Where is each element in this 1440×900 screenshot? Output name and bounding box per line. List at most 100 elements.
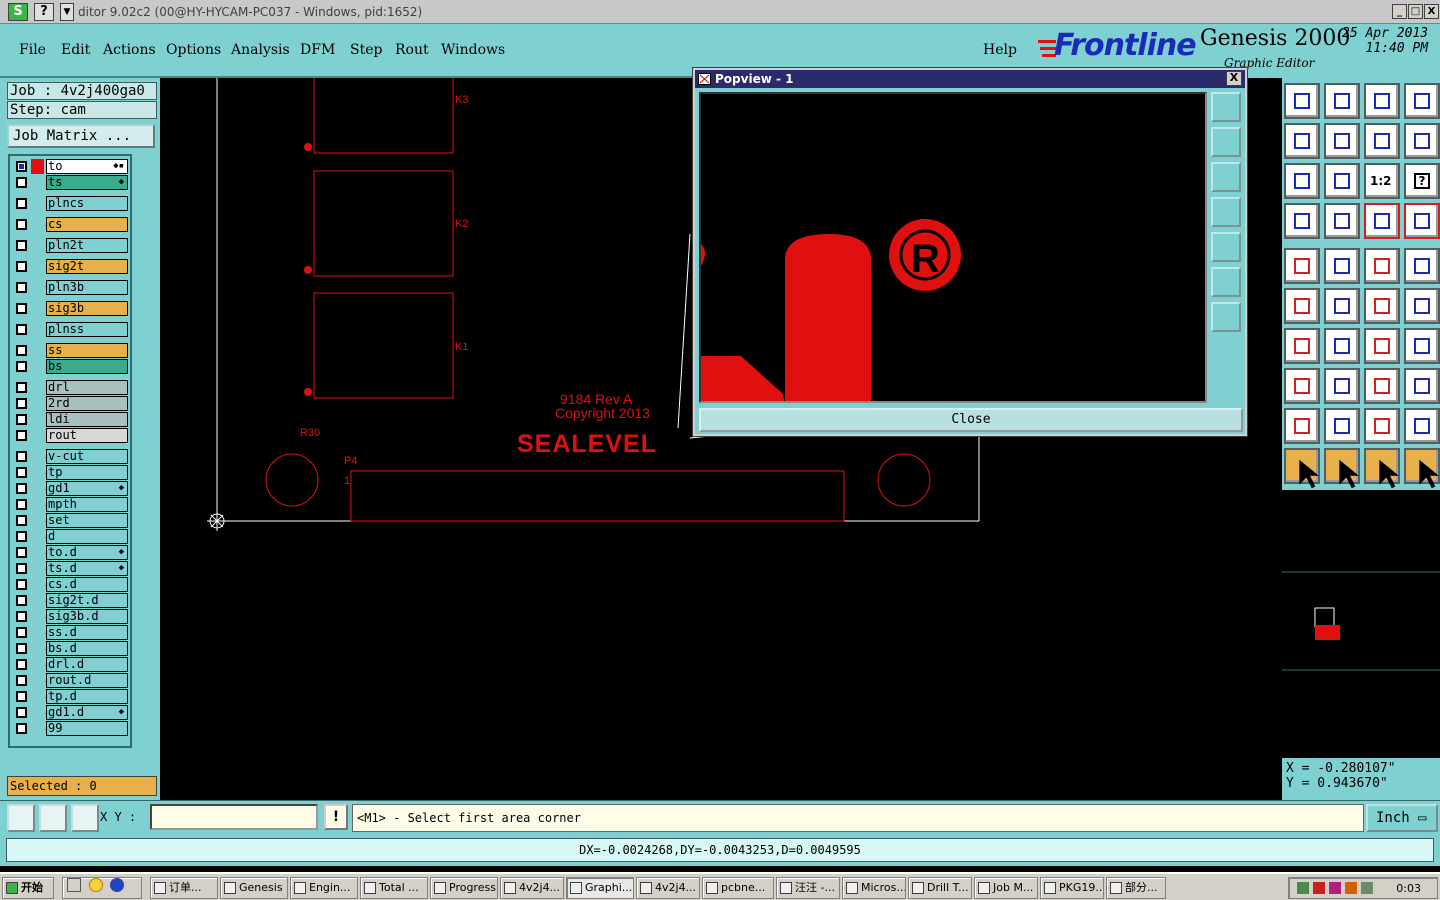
layer-row-rout.d[interactable]: rout.d bbox=[12, 673, 128, 688]
page-down-icon[interactable] bbox=[1324, 83, 1360, 119]
layer-row-to[interactable]: to ◆▪ bbox=[12, 159, 128, 174]
taskbar-item[interactable]: Drill T... bbox=[908, 877, 972, 899]
layer-row-plnss[interactable]: plnss bbox=[12, 322, 128, 337]
add-pad-icon[interactable] bbox=[1284, 368, 1320, 404]
layer-checkbox[interactable] bbox=[16, 219, 27, 230]
layer-row-sig3b[interactable]: sig3b bbox=[12, 301, 128, 316]
menu-file[interactable]: File bbox=[19, 42, 46, 58]
app-icon[interactable]: S bbox=[8, 3, 28, 21]
browser-icon[interactable] bbox=[110, 878, 124, 892]
line-to-pad-icon[interactable] bbox=[1364, 288, 1400, 324]
layer-row-drl.d[interactable]: drl.d bbox=[12, 657, 128, 672]
redraw-icon[interactable] bbox=[1404, 123, 1440, 159]
maximize-button[interactable]: □ bbox=[1408, 4, 1423, 19]
taskbar-item[interactable]: 部分... bbox=[1106, 877, 1166, 899]
layer-checkbox[interactable] bbox=[16, 707, 27, 718]
chevron-down-icon[interactable]: ▼ bbox=[60, 3, 74, 21]
layer-checkbox[interactable] bbox=[16, 579, 27, 590]
layer-row-tp.d[interactable]: tp.d bbox=[12, 689, 128, 704]
tray-app-icon[interactable] bbox=[1329, 882, 1341, 894]
pan-left-icon[interactable] bbox=[1284, 123, 1320, 159]
taskbar-item[interactable]: Micros... bbox=[842, 877, 906, 899]
triangle-blue-icon[interactable] bbox=[1404, 408, 1440, 444]
menu-rout[interactable]: Rout bbox=[395, 42, 429, 58]
layer-checkbox[interactable] bbox=[16, 240, 27, 251]
popview-close-icon[interactable]: X bbox=[1226, 71, 1242, 86]
layer-checkbox[interactable] bbox=[16, 324, 27, 335]
close-button[interactable]: X bbox=[1424, 4, 1439, 19]
layer-checkbox[interactable] bbox=[16, 414, 27, 425]
layer-checkbox[interactable] bbox=[16, 467, 27, 478]
layer-checkbox[interactable] bbox=[16, 282, 27, 293]
layer-row-gd1.d[interactable]: gd1.d ◆ bbox=[12, 705, 128, 720]
layer-checkbox[interactable] bbox=[16, 515, 27, 526]
tray-app-icon[interactable] bbox=[1361, 882, 1373, 894]
layer-checkbox[interactable] bbox=[16, 499, 27, 510]
popview-zoom-window-icon[interactable] bbox=[1211, 92, 1241, 122]
pad-icon[interactable] bbox=[1284, 248, 1320, 284]
arc-icon[interactable] bbox=[1364, 328, 1400, 364]
taskbar-item[interactable]: Genesis bbox=[220, 877, 288, 899]
layer-checkbox[interactable] bbox=[16, 451, 27, 462]
overview-map[interactable] bbox=[1282, 490, 1440, 758]
minimize-button[interactable]: _ bbox=[1392, 4, 1407, 19]
popview-pan-right-icon[interactable] bbox=[1211, 232, 1241, 262]
layer-row-sig3b.d[interactable]: sig3b.d bbox=[12, 609, 128, 624]
menu-actions[interactable]: Actions bbox=[103, 42, 156, 58]
layer-checkbox[interactable] bbox=[16, 398, 27, 409]
taskbar-item[interactable]: Graphi... bbox=[566, 877, 634, 899]
layer-row-ss[interactable]: ss bbox=[12, 343, 128, 358]
taskbar-item[interactable]: Total ... bbox=[360, 877, 428, 899]
taskbar-item[interactable]: Engin... bbox=[290, 877, 358, 899]
popview-zoom-out-icon[interactable] bbox=[1211, 302, 1241, 332]
tray-app-icon[interactable] bbox=[1345, 882, 1357, 894]
split-view-icon[interactable] bbox=[1404, 83, 1440, 119]
layer-row-sig2t.d[interactable]: sig2t.d bbox=[12, 593, 128, 608]
layer-checkbox[interactable] bbox=[16, 531, 27, 542]
layer-checkbox[interactable] bbox=[16, 659, 27, 670]
layer-row-to.d[interactable]: to.d ◆ bbox=[12, 545, 128, 560]
layer-row-cs.d[interactable]: cs.d bbox=[12, 577, 128, 592]
net-icon[interactable] bbox=[1284, 288, 1320, 324]
layer-swap-red-icon[interactable] bbox=[1404, 203, 1440, 239]
pad-to-line-icon[interactable] bbox=[1404, 288, 1440, 324]
tray-app-icon[interactable] bbox=[1313, 882, 1325, 894]
taskbar-item[interactable]: Progress bbox=[430, 877, 498, 899]
popview-zoom-in-icon[interactable] bbox=[1211, 267, 1241, 297]
layer-row-mpth[interactable]: mpth bbox=[12, 497, 128, 512]
home-icon[interactable] bbox=[1364, 83, 1400, 119]
layer-checkbox[interactable] bbox=[16, 547, 27, 558]
layer-checkbox[interactable] bbox=[16, 627, 27, 638]
help-icon[interactable]: ? bbox=[34, 3, 54, 21]
taskbar-item[interactable]: pcbne... bbox=[702, 877, 774, 899]
line-blue-icon[interactable] bbox=[1324, 328, 1360, 364]
taskbar-item[interactable]: 汪汪 -... bbox=[776, 877, 840, 899]
tray-app-icon[interactable] bbox=[1297, 882, 1309, 894]
ruler-icon[interactable] bbox=[1324, 203, 1360, 239]
layer-row-drl[interactable]: drl bbox=[12, 380, 128, 395]
layer-row-cs[interactable]: cs bbox=[12, 217, 128, 232]
triangle-red-icon[interactable] bbox=[1284, 408, 1320, 444]
copy-icon[interactable] bbox=[1404, 368, 1440, 404]
split-icon[interactable] bbox=[1404, 328, 1440, 364]
layer-checkbox[interactable] bbox=[16, 382, 27, 393]
drill-icon[interactable] bbox=[1404, 248, 1440, 284]
popview-pan-down-icon[interactable] bbox=[1211, 162, 1241, 192]
measure-icon[interactable] bbox=[1364, 248, 1400, 284]
layer-row-2rd[interactable]: 2rd bbox=[12, 396, 128, 411]
layer-row-99[interactable]: 99 bbox=[12, 721, 128, 736]
layer-checkbox[interactable] bbox=[16, 595, 27, 606]
layer-checkbox[interactable] bbox=[16, 261, 27, 272]
menu-dfm[interactable]: DFM bbox=[300, 42, 335, 58]
resize-icon[interactable] bbox=[1364, 368, 1400, 404]
cross-icon[interactable] bbox=[1324, 288, 1360, 324]
layer-checkbox[interactable] bbox=[16, 361, 27, 372]
layer-row-ts.d[interactable]: ts.d ◆ bbox=[12, 561, 128, 576]
popview-pan-up-icon[interactable] bbox=[1211, 127, 1241, 157]
layer-swap-icon[interactable] bbox=[1364, 203, 1400, 239]
show-desktop-icon[interactable] bbox=[67, 878, 81, 892]
layer-row-set[interactable]: set bbox=[12, 513, 128, 528]
layer-row-pln3b[interactable]: pln3b bbox=[12, 280, 128, 295]
xy-input[interactable] bbox=[150, 804, 318, 830]
clock-icon[interactable] bbox=[88, 878, 103, 892]
